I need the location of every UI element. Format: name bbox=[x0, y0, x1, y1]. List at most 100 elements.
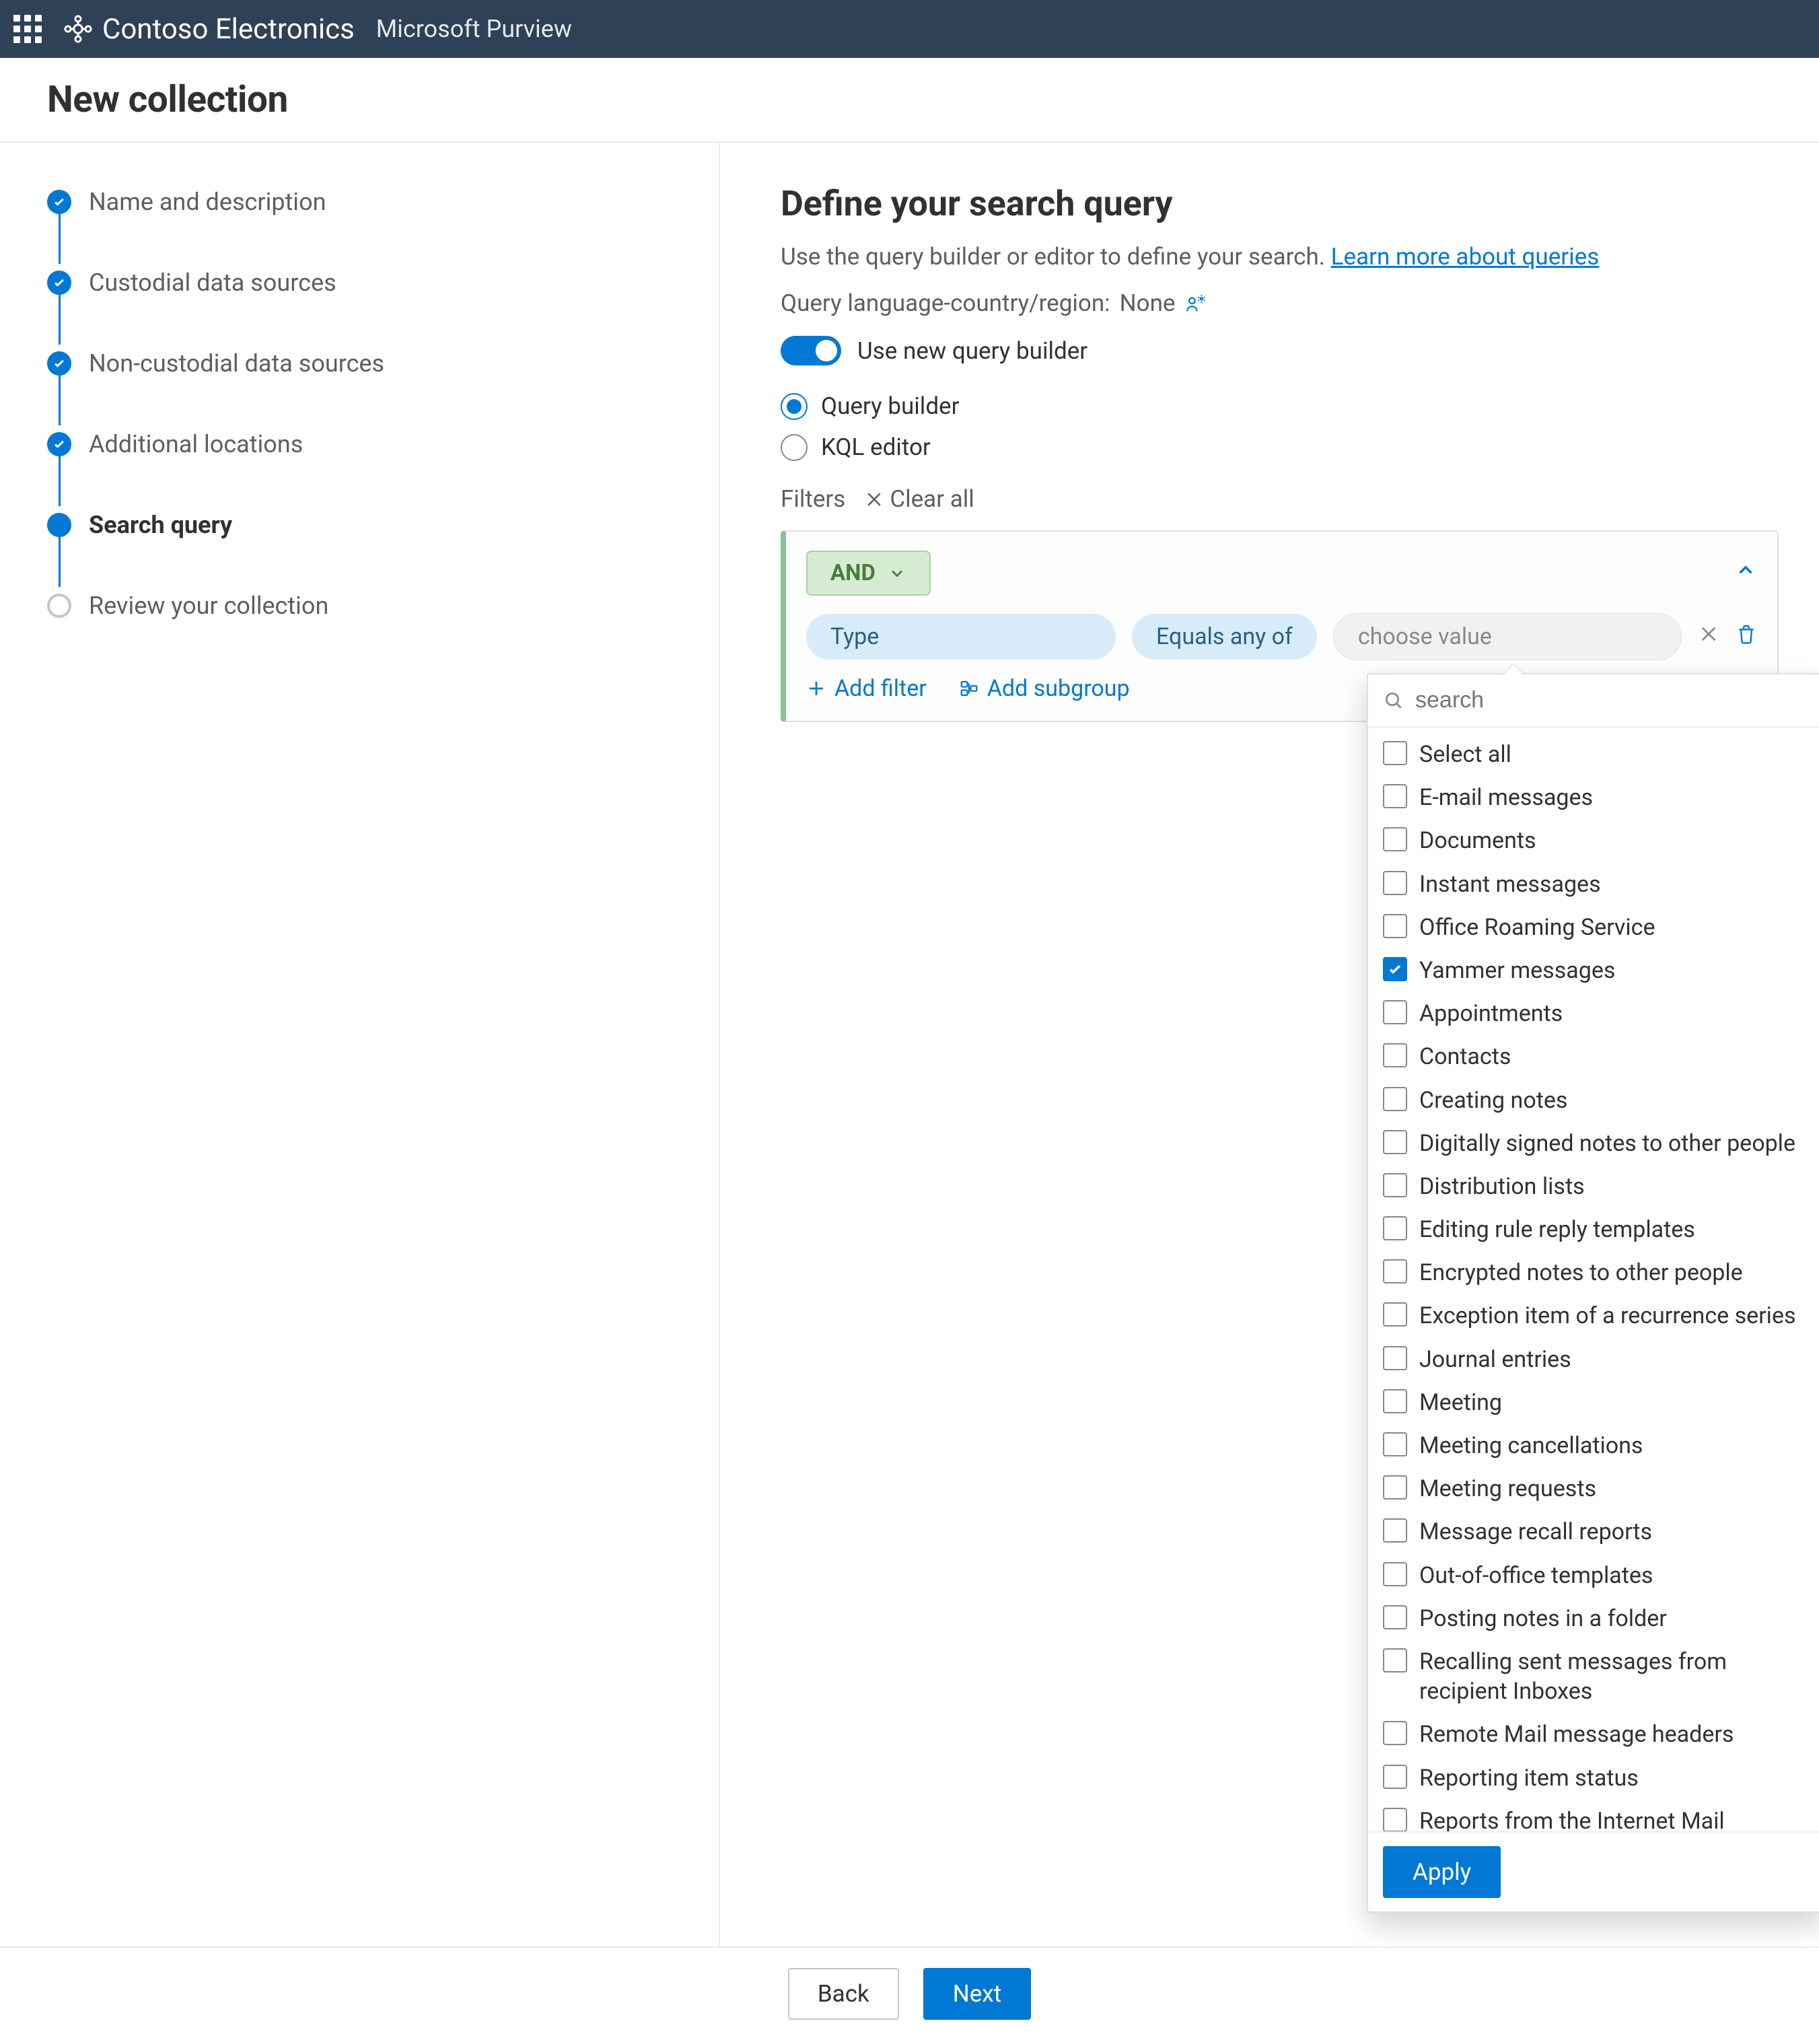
checkbox-icon bbox=[1383, 1432, 1407, 1456]
checkbox-icon bbox=[1383, 1808, 1407, 1831]
chevron-up-icon bbox=[1734, 559, 1757, 582]
delete-filter-button[interactable] bbox=[1736, 623, 1757, 651]
dropdown-option[interactable]: Office Roaming Service bbox=[1368, 906, 1819, 949]
dropdown-option[interactable]: Encrypted notes to other people bbox=[1368, 1251, 1819, 1294]
wizard-step-label: Name and description bbox=[89, 188, 326, 216]
checkbox-icon bbox=[1383, 827, 1407, 851]
dropdown-option-label: Instant messages bbox=[1419, 870, 1601, 899]
dropdown-option-label: Meeting cancellations bbox=[1419, 1431, 1643, 1460]
dropdown-caret-icon bbox=[1503, 665, 1524, 676]
radio-kql-editor[interactable]: KQL editor bbox=[781, 433, 1779, 461]
step-complete-icon bbox=[47, 351, 71, 376]
dropdown-search-input[interactable] bbox=[1414, 686, 1808, 714]
group-operator-pill[interactable]: AND bbox=[806, 551, 931, 596]
filter-field-pill[interactable]: Type bbox=[806, 614, 1116, 660]
apply-button[interactable]: Apply bbox=[1383, 1846, 1501, 1898]
wizard-step[interactable]: Name and description bbox=[47, 183, 678, 220]
use-new-builder-row: Use new query builder bbox=[781, 336, 1779, 365]
close-icon bbox=[1698, 623, 1719, 645]
org-logo-icon bbox=[63, 14, 93, 44]
dropdown-option[interactable]: Reporting item status bbox=[1368, 1757, 1819, 1800]
app-name: Microsoft Purview bbox=[376, 15, 572, 43]
dropdown-option-label: Distribution lists bbox=[1419, 1172, 1585, 1201]
wizard-step[interactable]: Custodial data sources bbox=[47, 264, 678, 301]
filter-value-placeholder: choose value bbox=[1358, 623, 1492, 650]
dropdown-option[interactable]: Contacts bbox=[1368, 1035, 1819, 1078]
radio-dot-icon bbox=[781, 393, 808, 420]
page-title: New collection bbox=[47, 78, 1772, 121]
dropdown-option[interactable]: Exception item of a recurrence series bbox=[1368, 1294, 1819, 1337]
add-subgroup-button[interactable]: Add subgroup bbox=[959, 675, 1130, 702]
checkbox-icon bbox=[1383, 1043, 1407, 1067]
dropdown-option-label: Remote Mail message headers bbox=[1419, 1720, 1734, 1749]
clear-all-label: Clear all bbox=[890, 485, 974, 513]
dropdown-option[interactable]: Documents bbox=[1368, 819, 1819, 862]
wizard-step-label: Review your collection bbox=[89, 592, 328, 620]
group-operator-label: AND bbox=[830, 560, 876, 586]
filter-bar: Filters Clear all bbox=[781, 485, 1779, 513]
checkbox-icon bbox=[1383, 1130, 1407, 1154]
helper-text: Use the query builder or editor to defin… bbox=[781, 243, 1779, 271]
dropdown-option[interactable]: Meeting cancellations bbox=[1368, 1424, 1819, 1467]
dropdown-option[interactable]: Select all bbox=[1368, 733, 1819, 776]
org-brand: Contoso Electronics bbox=[63, 13, 355, 46]
app-header: Contoso Electronics Microsoft Purview bbox=[0, 0, 1819, 58]
dropdown-option[interactable]: Digitally signed notes to other people bbox=[1368, 1122, 1819, 1165]
dropdown-option[interactable]: E-mail messages bbox=[1368, 776, 1819, 819]
dropdown-option[interactable]: Meeting requests bbox=[1368, 1467, 1819, 1510]
wizard-step[interactable]: Review your collection bbox=[47, 587, 678, 624]
dropdown-option[interactable]: Reports from the Internet Mail Connect bbox=[1368, 1800, 1819, 1831]
query-language-row: Query language-country/region: None bbox=[781, 289, 1779, 317]
wizard-step[interactable]: Additional locations bbox=[47, 425, 678, 462]
radio-label: KQL editor bbox=[821, 433, 931, 461]
remove-filter-button[interactable] bbox=[1698, 623, 1719, 651]
dropdown-option[interactable]: Meeting bbox=[1368, 1381, 1819, 1424]
clear-all-button[interactable]: Clear all bbox=[864, 485, 974, 513]
checkbox-icon bbox=[1383, 1605, 1407, 1629]
back-button[interactable]: Back bbox=[788, 1968, 899, 2020]
radio-query-builder[interactable]: Query builder bbox=[781, 392, 1779, 420]
wizard-step[interactable]: Non-custodial data sources bbox=[47, 345, 678, 382]
dropdown-option[interactable]: Yammer messages bbox=[1368, 949, 1819, 992]
dropdown-option-label: Encrypted notes to other people bbox=[1419, 1258, 1743, 1288]
collapse-group-button[interactable] bbox=[1734, 559, 1757, 588]
add-filter-button[interactable]: Add filter bbox=[806, 675, 927, 702]
filter-row-actions bbox=[1698, 623, 1757, 651]
dropdown-option[interactable]: Creating notes bbox=[1368, 1079, 1819, 1122]
checkbox-icon bbox=[1383, 1087, 1407, 1111]
query-builder-card: AND Type Equals any of choose value bbox=[781, 530, 1779, 722]
next-button[interactable]: Next bbox=[923, 1968, 1031, 2020]
dropdown-option[interactable]: Journal entries bbox=[1368, 1338, 1819, 1381]
dropdown-option[interactable]: Out-of-office templates bbox=[1368, 1554, 1819, 1597]
dropdown-option[interactable]: Instant messages bbox=[1368, 863, 1819, 906]
dropdown-option-list[interactable]: Select allE-mail messagesDocuments Instan… bbox=[1368, 728, 1819, 1831]
back-button-label: Back bbox=[818, 1980, 869, 2008]
filter-value-pill[interactable]: choose value bbox=[1333, 613, 1682, 660]
apply-button-label: Apply bbox=[1413, 1858, 1471, 1886]
wizard-steps: Name and description Custodial data sourc… bbox=[0, 143, 720, 1946]
language-settings-icon[interactable] bbox=[1184, 292, 1207, 315]
checkbox-icon bbox=[1383, 1389, 1407, 1413]
wizard-step-label: Search query bbox=[89, 511, 232, 539]
dropdown-option-label: Contacts bbox=[1419, 1042, 1511, 1071]
dropdown-option[interactable]: Recalling sent messages from recipient I… bbox=[1368, 1640, 1819, 1713]
dropdown-option-label: Posting notes in a folder bbox=[1419, 1604, 1667, 1633]
dropdown-option[interactable]: Distribution lists bbox=[1368, 1165, 1819, 1208]
dropdown-option-label: Meeting bbox=[1419, 1388, 1502, 1417]
dropdown-option-label: Creating notes bbox=[1419, 1086, 1567, 1115]
dropdown-option[interactable]: Message recall reports bbox=[1368, 1510, 1819, 1553]
wizard-step[interactable]: Search query bbox=[47, 506, 678, 543]
dropdown-option[interactable]: Posting notes in a folder bbox=[1368, 1597, 1819, 1640]
use-new-builder-toggle[interactable] bbox=[781, 336, 841, 365]
dropdown-option[interactable]: Appointments bbox=[1368, 992, 1819, 1035]
filter-operator-pill[interactable]: Equals any of bbox=[1132, 614, 1317, 660]
radio-dot-icon bbox=[781, 434, 808, 461]
query-language-value: None bbox=[1120, 289, 1176, 317]
app-launcher-icon[interactable] bbox=[13, 15, 42, 43]
dropdown-option-label: Recalling sent messages from recipient I… bbox=[1419, 1647, 1808, 1706]
filters-label: Filters bbox=[781, 485, 845, 513]
dropdown-option-label: Exception item of a recurrence series bbox=[1419, 1301, 1796, 1331]
dropdown-option[interactable]: Editing rule reply templates bbox=[1368, 1208, 1819, 1251]
dropdown-option[interactable]: Remote Mail message headers bbox=[1368, 1713, 1819, 1756]
learn-more-link[interactable]: Learn more about queries bbox=[1331, 243, 1600, 271]
